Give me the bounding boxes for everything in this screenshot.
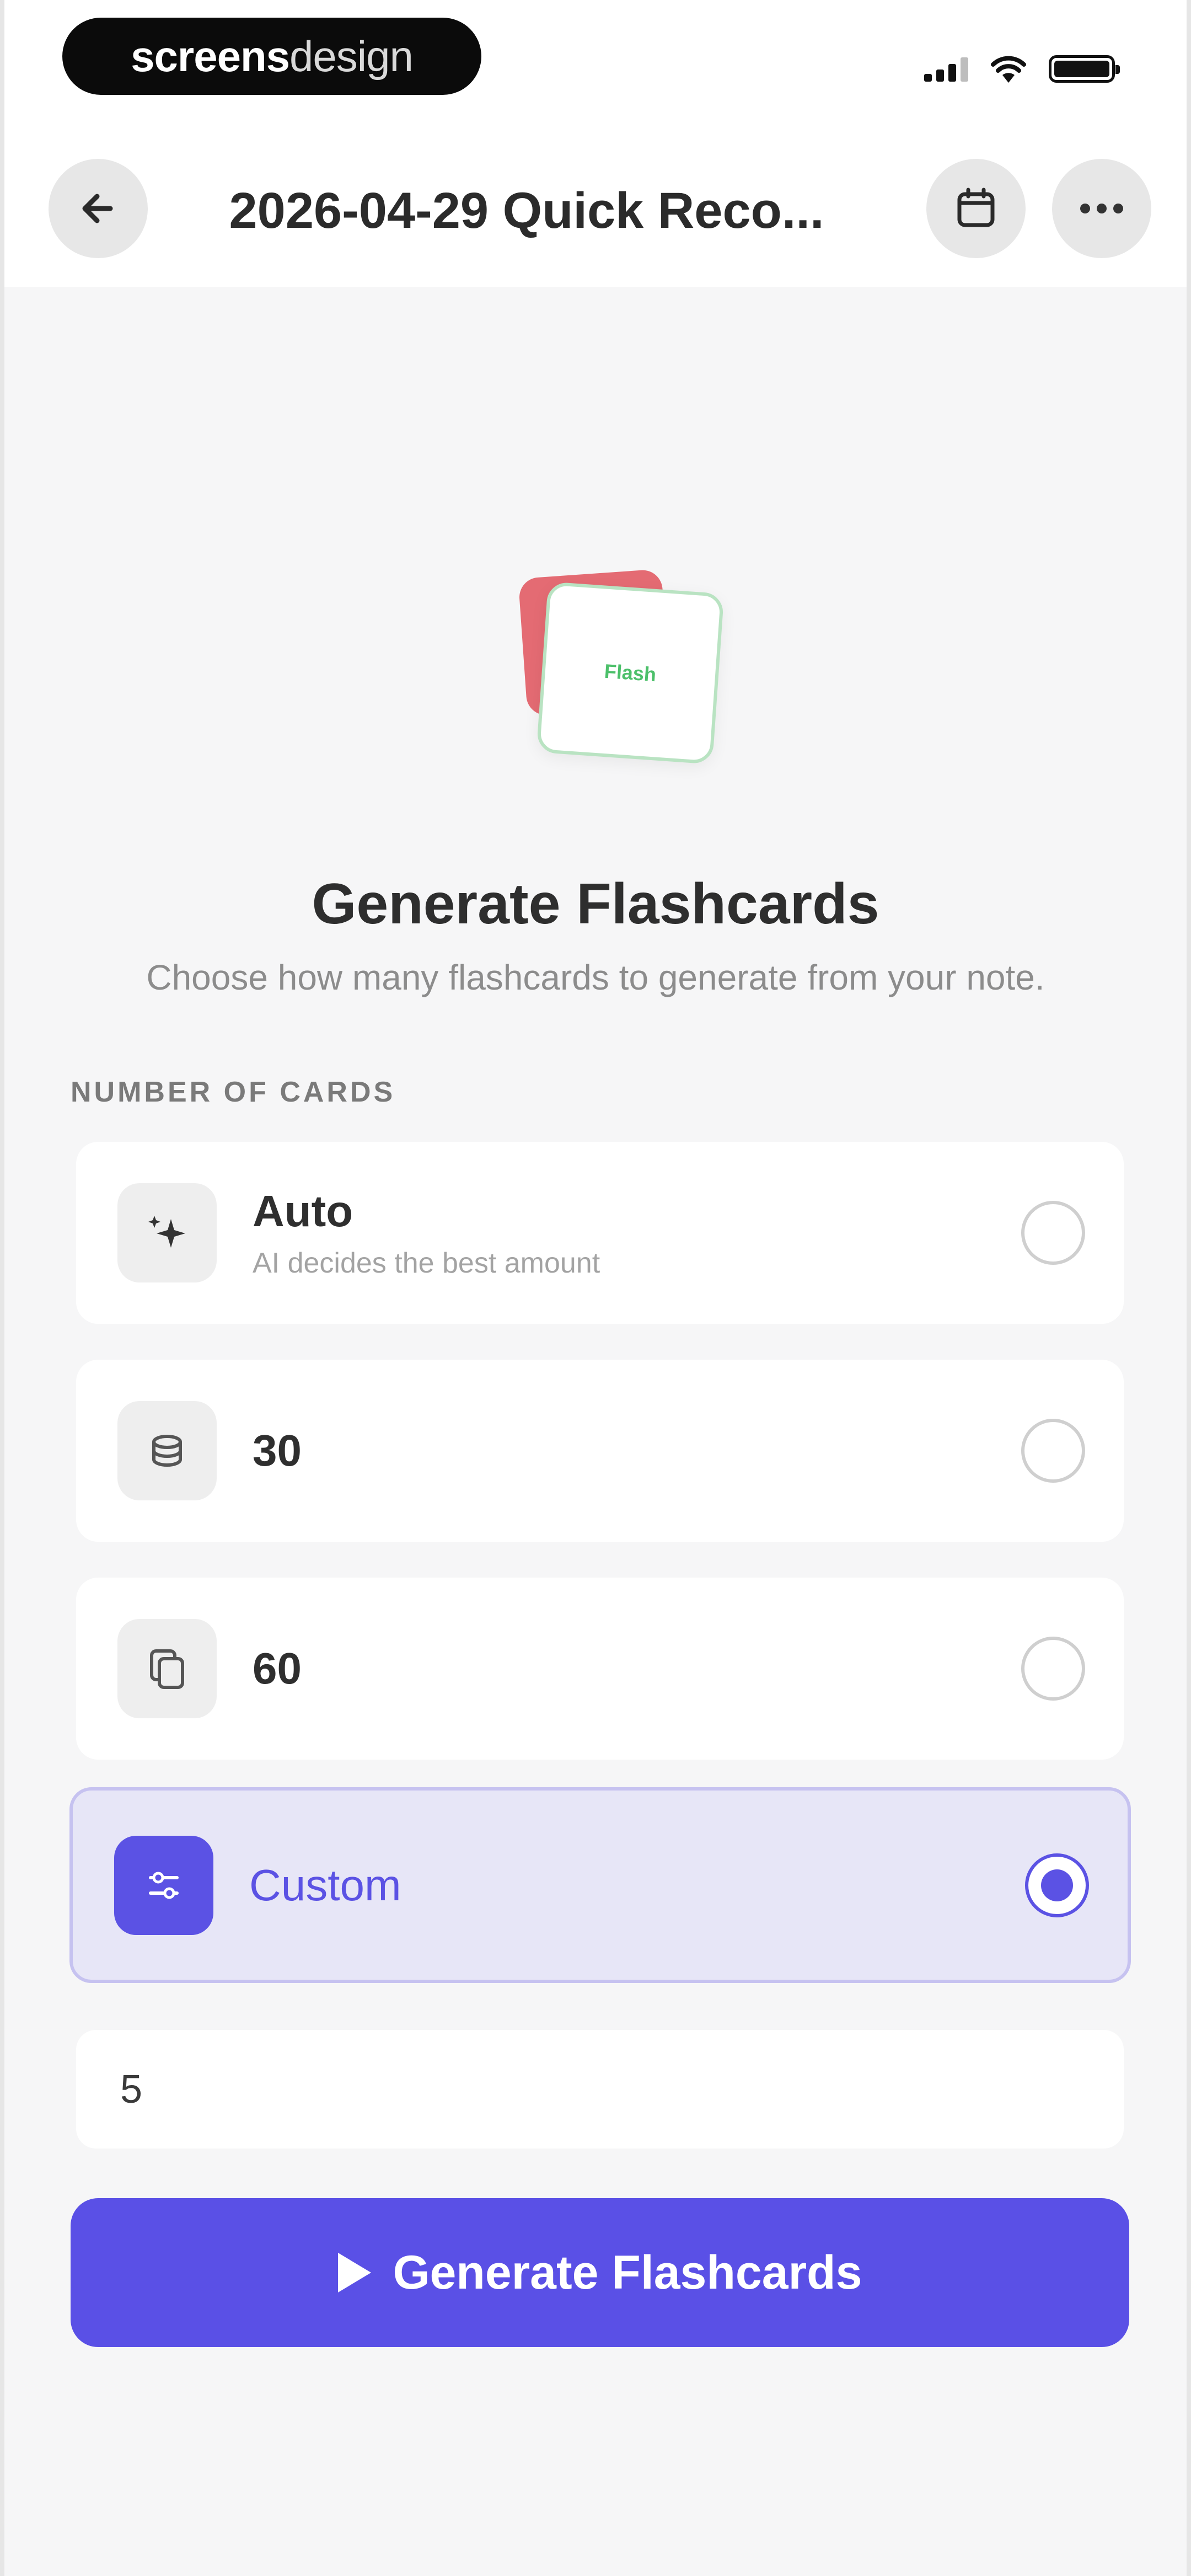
option-text: Custom (249, 1860, 401, 1911)
radio-60[interactable] (1021, 1637, 1085, 1701)
brand-bold: screens (131, 31, 290, 81)
more-horizontal-icon (1080, 204, 1123, 213)
option-icon-box (117, 1619, 217, 1718)
radio-30[interactable] (1021, 1419, 1085, 1483)
section-label: NUMBER OF CARDS (71, 1076, 396, 1108)
option-label: Auto (253, 1187, 353, 1236)
option-icon-box (117, 1401, 217, 1500)
top-nav: 2026-04-29 Quick Reco... (4, 127, 1187, 287)
flashcards-illustration: Flash (517, 568, 749, 767)
status-bar: screens design (4, 0, 1187, 127)
play-icon (337, 2253, 371, 2292)
radio-custom[interactable] (1025, 1853, 1089, 1917)
more-options-button[interactable] (1052, 159, 1151, 258)
copy-icon (150, 1649, 184, 1689)
battery-icon (1049, 55, 1120, 83)
custom-count-input[interactable] (76, 2030, 1124, 2149)
wifi-icon (991, 56, 1026, 83)
signal-icon (924, 56, 968, 82)
status-icons (924, 50, 1120, 88)
generate-flashcards-button[interactable]: Generate Flashcards (71, 2198, 1129, 2347)
stack-icon (152, 1435, 182, 1467)
radio-selected-dot (1041, 1869, 1073, 1901)
page-heading: Generate Flashcards (312, 872, 879, 936)
radio-auto[interactable] (1021, 1201, 1085, 1265)
arrow-left-icon (82, 194, 113, 223)
option-auto[interactable]: Auto AI decides the best amount (76, 1142, 1124, 1324)
option-label: Custom (249, 1860, 401, 1910)
page-title: 2026-04-29 Quick Reco... (229, 183, 824, 239)
calendar-icon (957, 188, 995, 227)
option-label: 30 (253, 1426, 302, 1475)
generate-button-label: Generate Flashcards (393, 2246, 862, 2299)
card-text: Flash (603, 659, 657, 686)
front-card-image: Flash (536, 581, 725, 765)
option-icon-box (114, 1835, 213, 1935)
option-text: Auto AI decides the best amount (253, 1186, 600, 1280)
calendar-button[interactable] (926, 159, 1026, 258)
sliders-icon (149, 1872, 179, 1899)
option-description: AI decides the best amount (253, 1247, 600, 1279)
sparkle-icon (148, 1216, 185, 1248)
app-screen: screensdesign 2026-04-29 Quick Reco... (0, 0, 1191, 2576)
option-text: 60 (253, 1643, 302, 1694)
option-60[interactable]: 60 (76, 1578, 1124, 1760)
back-button[interactable] (49, 159, 148, 258)
option-custom[interactable]: Custom (69, 1787, 1131, 1983)
brand-logo: screens design (62, 18, 481, 95)
option-30[interactable]: 30 (76, 1360, 1124, 1542)
brand-light: design (289, 31, 414, 81)
option-text: 30 (253, 1425, 302, 1476)
page-subtitle: Choose how many flashcards to generate f… (146, 958, 1045, 997)
option-label: 60 (253, 1644, 302, 1693)
option-icon-box (117, 1183, 217, 1282)
